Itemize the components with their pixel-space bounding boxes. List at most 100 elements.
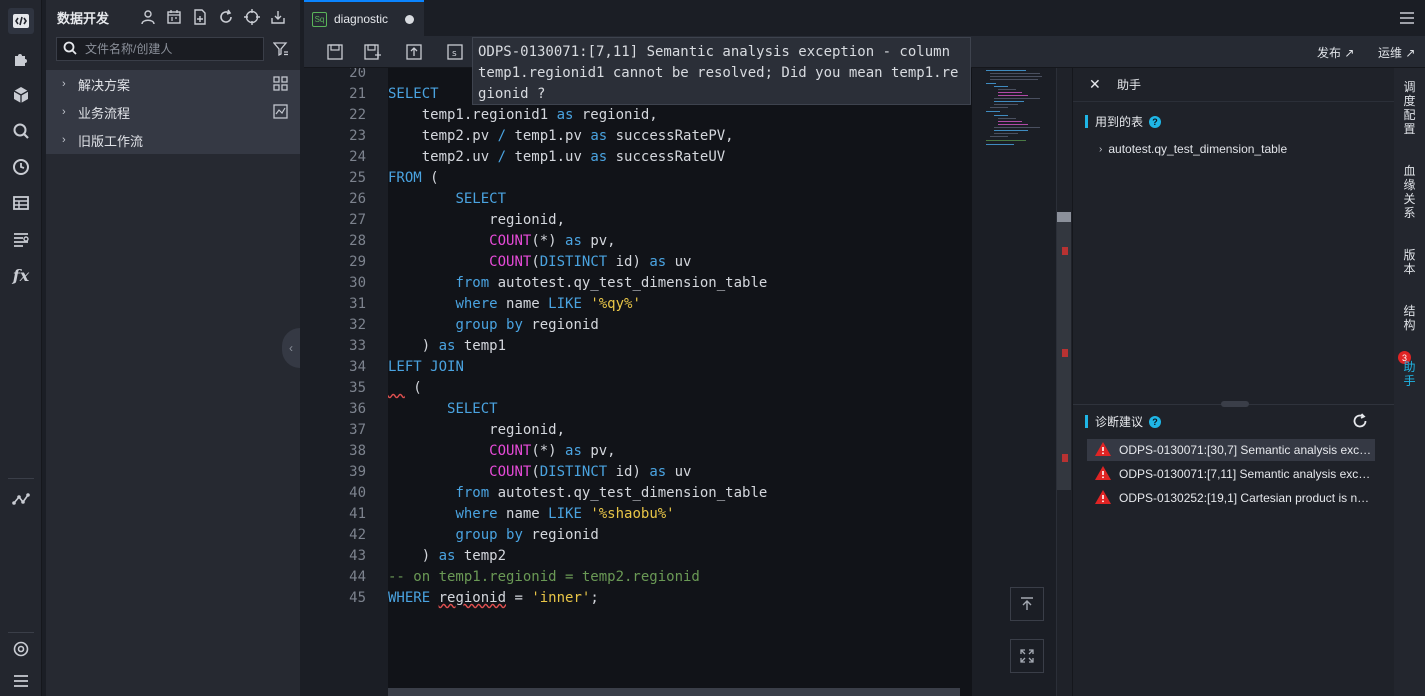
cube-icon[interactable] [8, 82, 34, 108]
tab-structure[interactable]: 结构 [1394, 304, 1425, 332]
table-icon[interactable] [8, 190, 34, 216]
code-line: 29 COUNT(DISTINCT id) as uv [349, 254, 692, 270]
tree-item-solutions[interactable]: › 解决方案 [46, 70, 300, 98]
refresh-icon[interactable] [1352, 413, 1368, 432]
diagnostic-text: ODPS-0130071:[30,7] Semantic analysis ex… [1119, 443, 1375, 457]
search-icon[interactable] [8, 118, 34, 144]
user-icon[interactable] [135, 4, 161, 30]
warning-icon [1095, 465, 1111, 483]
code-line: 37 regionid, [349, 422, 566, 438]
save-as-icon[interactable] [362, 42, 384, 62]
import-icon[interactable] [265, 4, 291, 30]
tab-schedule-config[interactable]: 调度配置 [1394, 80, 1425, 136]
resize-handle[interactable] [1221, 401, 1249, 407]
code-minimap[interactable] [984, 68, 1056, 188]
fullscreen-button[interactable] [1010, 639, 1044, 673]
tree-header: 数据开发 [46, 0, 300, 34]
tab-lineage[interactable]: 血缘关系 [1394, 164, 1425, 220]
code-line: 41 where name LIKE '%shaobu%' [349, 506, 675, 522]
diagnostic-text: ODPS-0130252:[19,1] Cartesian product is… [1119, 491, 1375, 505]
tab-diagnostic[interactable]: Sq diagnostic [304, 0, 424, 36]
chevron-left-icon: ‹ [289, 341, 293, 355]
clock-icon[interactable] [8, 154, 34, 180]
code-line: 32 group by regionid [349, 317, 599, 333]
file-tree-panel: 数据开发 › 解决方案 [46, 0, 300, 696]
function-icon[interactable]: fx [8, 262, 34, 288]
code-line: 43 ) as temp2 [349, 548, 507, 564]
code-line: 25 FROM ( [349, 170, 439, 186]
filter-icon[interactable] [270, 38, 292, 60]
tab-version[interactable]: 版本 [1394, 248, 1425, 276]
scroll-to-top-button[interactable] [1010, 587, 1044, 621]
assistant-header: ✕ 助手 [1073, 68, 1394, 102]
file-search-input[interactable] [85, 42, 255, 56]
error-marker[interactable] [1062, 349, 1068, 357]
ops-link[interactable]: 运维 ↗ [1378, 44, 1415, 61]
menu-icon[interactable] [8, 668, 34, 694]
diagnostic-item[interactable]: ODPS-0130252:[19,1] Cartesian product is… [1087, 487, 1375, 509]
tab-assistant[interactable]: 助手 [1394, 360, 1425, 388]
diagnostic-text: ODPS-0130071:[7,11] Semantic analysis ex… [1119, 467, 1375, 481]
publish-link[interactable]: 发布 ↗ [1317, 44, 1354, 61]
section-accent-bar [1085, 415, 1088, 428]
code-line: 30 from autotest.qy_test_dimension_table [349, 275, 768, 291]
close-icon[interactable]: ✕ [1089, 76, 1117, 93]
code-icon[interactable] [8, 8, 34, 34]
code-line: 38 COUNT(*) as pv, [349, 443, 616, 459]
assistant-title: 助手 [1117, 78, 1142, 92]
error-marker[interactable] [1062, 247, 1068, 255]
error-marker[interactable] [1062, 454, 1068, 462]
assistant-panel: ✕ 助手 用到的表 ? › autotest.qy_test_dimension… [1072, 68, 1395, 696]
code-line: 33 ) as temp1 [349, 338, 507, 354]
sql-file-icon: Sq [312, 11, 327, 27]
code-line: 40 from autotest.qy_test_dimension_table [349, 485, 768, 501]
unsaved-dot-icon[interactable] [405, 15, 414, 24]
code-line: 45 WHERE regionid = 'inner'; [349, 590, 599, 606]
horizontal-scrollbar[interactable] [388, 688, 960, 696]
section-label: 诊断建议 [1095, 415, 1144, 429]
tree-item-business-flow[interactable]: › 业务流程 [46, 98, 300, 126]
code-line: 23 temp2.pv / temp1.pv as successRatePV, [349, 128, 734, 144]
puzzle-icon[interactable] [8, 46, 34, 72]
code-line: 42 group by regionid [349, 527, 599, 543]
used-table-name: autotest.qy_test_dimension_table [1108, 142, 1288, 156]
used-tables-section-title: 用到的表 ? [1085, 113, 1162, 130]
locate-icon[interactable] [239, 4, 265, 30]
save-icon[interactable] [324, 42, 346, 62]
error-tooltip: ODPS-0130071:[7,11] Semantic analysis ex… [472, 37, 971, 105]
grid-icon[interactable] [273, 76, 288, 94]
scrollbar-position-marker [1057, 212, 1071, 222]
settings-icon[interactable] [8, 636, 34, 662]
new-file-icon[interactable] [187, 4, 213, 30]
graph-icon[interactable] [8, 487, 34, 513]
chevron-right-icon: › [62, 78, 66, 90]
chevron-right-icon: › [1099, 143, 1103, 155]
tree-item-legacy-workflow[interactable]: › 旧版工作流 [46, 126, 300, 154]
activity-rail: fx [0, 0, 42, 696]
svg-text:s: s [452, 49, 457, 59]
help-icon[interactable]: ? [1149, 115, 1162, 128]
warning-icon [1095, 441, 1111, 459]
section-label: 用到的表 [1095, 115, 1144, 129]
code-line: 35 ( [349, 380, 422, 396]
calendar-icon[interactable] [161, 4, 187, 30]
list-icon[interactable] [8, 226, 34, 252]
help-icon[interactable]: ? [1149, 415, 1162, 428]
diagnostic-item[interactable]: ODPS-0130071:[7,11] Semantic analysis ex… [1087, 463, 1375, 485]
search-icon [63, 41, 77, 58]
code-line: 39 COUNT(DISTINCT id) as uv [349, 464, 692, 480]
diagnostic-item[interactable]: ODPS-0130071:[30,7] Semantic analysis ex… [1087, 439, 1375, 461]
hamburger-menu-icon[interactable] [1399, 10, 1415, 29]
chart-box-icon[interactable] [273, 104, 288, 122]
run-script-icon[interactable]: s [444, 42, 466, 62]
code-line: 36 SELECT [349, 401, 498, 417]
code-line: 27 regionid, [349, 212, 566, 228]
chevron-right-icon: › [62, 106, 66, 118]
rail-divider-bottom [8, 632, 34, 633]
panel-title: 数据开发 [57, 10, 110, 26]
submit-icon[interactable] [403, 42, 425, 62]
code-line: 44 -- on temp1.regionid = temp2.regionid [349, 569, 700, 585]
code-editor[interactable]: 20 21 SELECT 22 temp1.regionid1 as region… [304, 68, 1056, 696]
refresh-icon[interactable] [213, 4, 239, 30]
used-table-item[interactable]: › autotest.qy_test_dimension_table [1099, 142, 1287, 156]
